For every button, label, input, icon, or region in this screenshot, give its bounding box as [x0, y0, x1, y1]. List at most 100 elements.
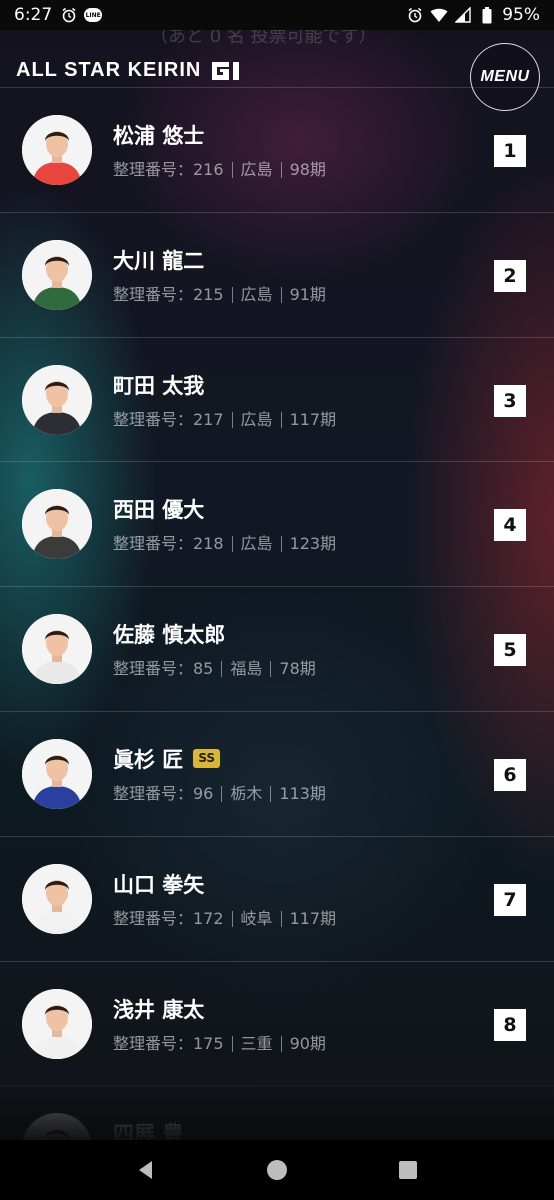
rider-avatar [22, 614, 92, 685]
rider-avatar [22, 489, 92, 560]
meta-separator [280, 536, 282, 553]
rank-badge: SS [193, 749, 221, 769]
rider-name-text: 山口 拳矢 [113, 872, 205, 897]
meta-separator [231, 536, 233, 553]
alarm-icon [60, 6, 78, 24]
status-time: 6:27 [14, 5, 53, 25]
meta-separator [231, 411, 233, 428]
rider-meta: 整理番号：215 広島 91期 [113, 281, 326, 305]
rider-name-text: 大川 龍二 [113, 248, 205, 273]
rider-id-number: 整理番号：217 [113, 409, 224, 429]
rider-row[interactable]: 町田 太我整理番号：217 広島 117期 3 [0, 336, 554, 462]
rider-meta: 整理番号：96 栃木 113期 [113, 780, 326, 804]
g1-grade-icon [209, 60, 247, 82]
rider-id-number: 整理番号：215 [113, 284, 224, 304]
battery-icon [478, 6, 496, 24]
rider-term: 98期 [289, 160, 326, 179]
rider-term: 78期 [279, 659, 316, 679]
rider-term: 113期 [279, 783, 326, 803]
meta-separator [231, 910, 233, 927]
rider-row[interactable]: 佐藤 慎太郎 整理番号：85 福島 78期 5 [0, 586, 554, 711]
site-header: （あと 0 名 投票可能です） ALL STAR KEIRIN MENU [0, 26, 554, 111]
car-number-badge: 6 [494, 758, 526, 791]
rider-name-text: 佐藤 慎太郎 [113, 623, 226, 648]
system-nav-bar [0, 1140, 554, 1200]
rider-term: 91期 [289, 284, 326, 304]
rider-name: 西田 優大 [113, 494, 204, 524]
battery-percent: 95% [502, 5, 540, 25]
rider-term: 90期 [289, 1033, 326, 1053]
rider-meta: 整理番号：175 三重 90期 [113, 1030, 326, 1054]
site-logo[interactable]: ALL STAR KEIRIN [16, 59, 247, 82]
meta-separator [221, 661, 223, 678]
meta-separator [270, 785, 272, 802]
menu-button[interactable]: MENU [470, 43, 540, 111]
wifi-icon [430, 6, 448, 24]
car-number-badge: 7 [494, 883, 526, 916]
rider-row[interactable]: 浅井 康太 整理番号：175 三重 90期 8 [0, 960, 554, 1086]
meta-separator [231, 286, 233, 303]
meta-separator [270, 661, 272, 678]
meta-separator [280, 411, 282, 428]
rider-prefecture: 広島 [240, 534, 273, 554]
alarm-icon-right [406, 6, 424, 24]
rider-name: 松浦 悠士 [113, 120, 204, 150]
rider-meta: 整理番号：218 広島 123期 [113, 530, 336, 554]
rider-prefecture: 広島 [240, 284, 273, 304]
rider-prefecture: 広島 [240, 409, 273, 429]
meta-separator [221, 785, 223, 802]
signal-icon [454, 6, 472, 24]
rider-id-number: 整理番号：96 [113, 783, 214, 803]
meta-separator [280, 162, 282, 178]
car-number-badge: 3 [494, 384, 526, 417]
list-bottom-fade [0, 1080, 554, 1140]
rider-meta: 整理番号：216 広島 98期 [113, 156, 326, 180]
line-app-icon: LINE [84, 6, 103, 24]
rider-avatar [22, 988, 92, 1059]
rider-row[interactable]: 山口 拳矢整理番号：172 岐阜 117期 7 [0, 835, 554, 961]
rider-list: 松浦 悠士整理番号：216 広島 98期 1 大川 龍二整理番号：215 広島 91期 2 町田… [0, 87, 554, 1200]
car-number-badge: 2 [494, 259, 526, 292]
car-number-badge: 4 [494, 509, 526, 542]
recents-icon[interactable] [388, 1150, 428, 1190]
rider-meta: 整理番号：172 岐阜 117期 [113, 905, 336, 929]
rider-term: 123期 [289, 534, 337, 554]
rider-prefecture: 栃木 [230, 783, 263, 803]
rider-name: 大川 龍二 [113, 245, 204, 275]
rider-id-number: 整理番号：172 [113, 908, 224, 928]
rider-avatar [22, 364, 92, 435]
meta-separator [231, 162, 233, 178]
meta-separator [280, 1035, 282, 1052]
rider-prefecture: 三重 [240, 1033, 273, 1053]
rider-prefecture: 広島 [240, 160, 273, 179]
rider-meta: 整理番号：85 福島 78期 [113, 655, 316, 679]
rider-prefecture: 福島 [230, 659, 263, 679]
car-number-badge: 5 [494, 634, 526, 667]
rider-meta: 整理番号：217 広島 117期 [113, 406, 336, 430]
rider-name-text: 西田 優大 [113, 498, 205, 523]
rider-row[interactable]: 松浦 悠士整理番号：216 広島 98期 1 [0, 87, 554, 212]
status-bar: 6:27 LINE 95% [0, 0, 554, 30]
rider-row[interactable]: 大川 龍二整理番号：215 広島 91期 2 [0, 211, 554, 337]
car-number-badge: 1 [494, 135, 526, 167]
rider-name: 佐藤 慎太郎 [113, 619, 225, 649]
rider-prefecture: 岐阜 [240, 908, 273, 928]
rider-avatar [22, 115, 92, 185]
home-icon[interactable] [257, 1150, 297, 1190]
logo-text: ALL STAR KEIRIN [16, 59, 202, 81]
rider-term: 117期 [289, 409, 337, 429]
rider-row[interactable]: 西田 優大 整理番号：218 広島 123期 4 [0, 461, 554, 586]
meta-separator [280, 286, 282, 303]
rider-name-text: 浅井 康太 [113, 997, 205, 1022]
rider-row[interactable]: 眞杉 匠 SS 整理番号：96 栃木 113期 6 [0, 710, 554, 836]
rider-avatar [22, 738, 92, 809]
rider-term: 117期 [289, 908, 337, 928]
rider-avatar [22, 863, 92, 934]
rider-name: 山口 拳矢 [113, 869, 204, 899]
rider-id-number: 整理番号：216 [113, 160, 224, 179]
back-icon[interactable] [126, 1150, 166, 1190]
rider-name-text: 町田 太我 [113, 373, 205, 398]
rider-name-text: 眞杉 匠 [113, 747, 184, 772]
rider-name: 眞杉 匠 SS [113, 744, 221, 774]
rider-name: 浅井 康太 [113, 994, 204, 1024]
